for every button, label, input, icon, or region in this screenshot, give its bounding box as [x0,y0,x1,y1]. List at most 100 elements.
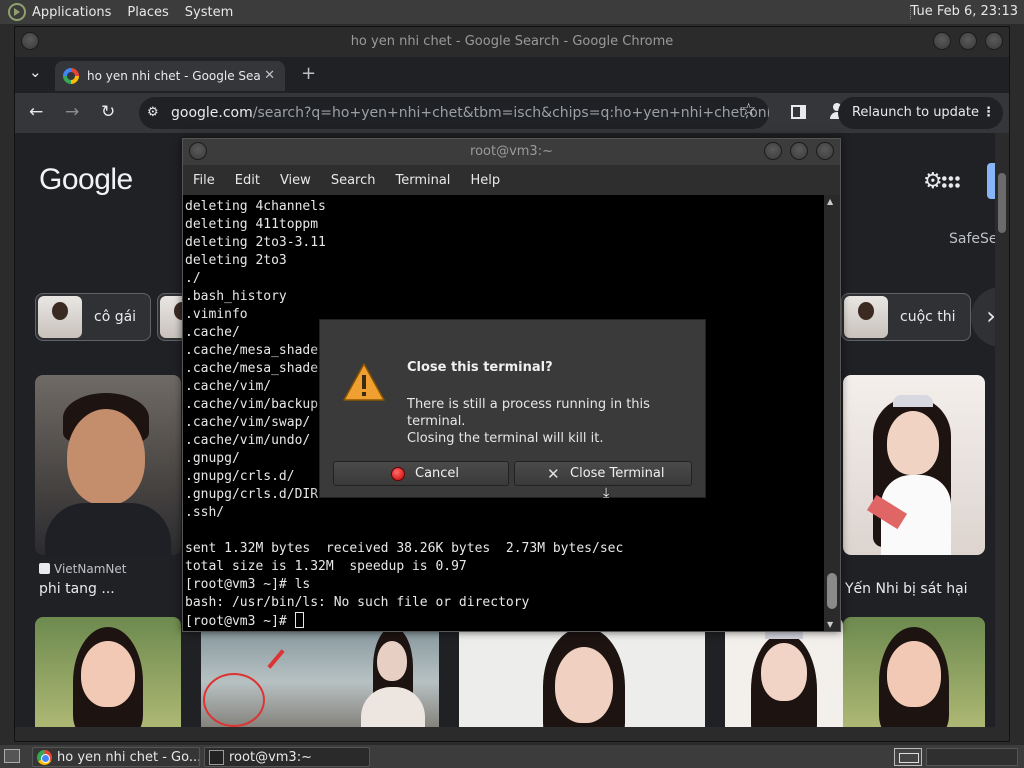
google-favicon-icon [63,68,79,84]
address-bar[interactable]: ⚙ google.com/search?q=ho+yen+nhi+chet&tb… [139,97,769,129]
terminal-line: [root@vm3 ~]# ls [185,577,311,592]
mouse-cursor-icon: ⤓ [603,485,610,501]
terminal-titlebar[interactable]: root@vm3:~ [183,139,840,165]
chrome-window-title: ho yen nhi chet - Google Search - Google… [350,34,674,49]
chip-cuoc-thi[interactable]: cuộc thi [841,293,971,341]
tab-search-icon[interactable]: ⌄ [29,63,42,81]
bookmark-star-icon[interactable]: ☆ [741,100,756,120]
workspace-switcher-icon[interactable] [894,748,922,766]
new-tab-button[interactable]: + [301,63,316,84]
tab-google-search[interactable]: ho yen nhi chet - Google Sea ✕ [55,61,285,91]
top-panel: Applications Places System Tue Feb 6, 23… [0,0,1024,25]
image-result-river[interactable] [201,617,439,741]
settings-gear-icon[interactable]: ⚙ [923,169,943,194]
cancel-button[interactable]: Cancel [333,461,509,486]
terminal-line: deleting 411toppm [185,217,319,232]
terminal-close-button[interactable] [816,142,834,160]
menu-help[interactable]: Help [470,173,500,188]
dialog-heading: Close this terminal? [407,360,553,375]
image-result-girl-1[interactable] [35,617,181,741]
workspace-area[interactable] [926,748,1018,766]
tab-strip: ⌄ ho yen nhi chet - Google Sea ✕ + [15,57,1009,93]
show-desktop-icon[interactable] [4,749,20,763]
site-info-icon[interactable]: ⚙ [147,97,159,129]
relaunch-to-update-button[interactable]: Relaunch to update ⋮ [837,97,1003,129]
image-caption[interactable]: Yến Nhi bị sát hại [845,581,968,597]
terminal-line: .ssh/ [185,505,225,520]
chip-label: cô gái [94,309,137,325]
chip-co-gai[interactable]: cô gái [35,293,151,341]
tab-close-icon[interactable]: ✕ [264,61,275,91]
relaunch-label: Relaunch to update [851,105,979,120]
page-scrollbar[interactable] [995,133,1009,741]
terminal-scrollbar[interactable]: ▲ ▼ [824,195,840,631]
chip-label: cuộc thi [900,309,956,325]
close-terminal-button[interactable]: ✕ Close Terminal [514,461,692,486]
terminal-menubar: File Edit View Search Terminal Help [183,165,840,195]
terminal-line: deleting 2to3 [185,253,287,268]
terminal-maximize-button[interactable] [790,142,808,160]
horizontal-scrollbar[interactable] [15,727,1009,741]
scroll-down-icon[interactable]: ▼ [827,620,833,629]
minimize-button[interactable] [933,32,951,50]
forward-icon[interactable]: → [65,102,79,122]
image-result-woman-crown-2[interactable] [725,617,843,741]
more-menu-icon[interactable]: ⋮ [982,97,995,129]
side-panel-icon[interactable] [791,105,806,119]
chrome-icon [37,750,52,765]
google-logo[interactable]: Google [39,163,133,197]
terminal-scrollbar-thumb[interactable] [827,573,837,609]
menu-terminal[interactable]: Terminal [395,173,450,188]
chrome-toolbar: ← → ↻ ⚙ google.com/search?q=ho+yen+nhi+c… [15,93,1009,133]
scrollbar-thumb[interactable] [998,173,1006,233]
applications-menu[interactable]: Applications [32,5,111,20]
image-result-man[interactable] [35,375,181,555]
menu-search[interactable]: Search [331,173,376,188]
scroll-up-icon[interactable]: ▲ [827,197,833,206]
chrome-titlebar[interactable]: ho yen nhi chet - Google Search - Google… [15,27,1009,57]
places-menu[interactable]: Places [127,5,168,20]
menu-file[interactable]: File [193,173,215,188]
terminal-line: bash: /usr/bin/ls: No such file or direc… [185,595,530,610]
taskbar-terminal[interactable]: root@vm3:~ [204,747,370,767]
terminal-line: deleting 4channels [185,199,326,214]
system-menu[interactable]: System [185,5,233,20]
image-caption[interactable]: phi tang ... [39,581,115,597]
chip-thumbnail [844,296,888,338]
maximize-button[interactable] [959,32,977,50]
terminal-prompt: [root@vm3 ~]# [185,614,295,629]
cancel-label: Cancel [415,466,460,481]
taskbar-chrome[interactable]: ho yen nhi chet - Go... [32,747,200,767]
terminal-line: .bash_history [185,289,287,304]
terminal-window-menu-icon[interactable] [189,142,207,160]
clock[interactable]: Tue Feb 6, 23:13 [911,4,1019,19]
terminal-icon [209,750,224,765]
menu-view[interactable]: View [280,173,311,188]
warning-icon [343,363,385,401]
image-source[interactable]: VietNamNet [39,562,126,576]
terminal-cursor [294,612,304,628]
terminal-minimize-button[interactable] [764,142,782,160]
terminal-line: ./ [185,271,201,286]
back-icon[interactable]: ← [29,102,43,122]
close-terminal-label: Close Terminal [570,466,665,481]
terminal-title: root@vm3:~ [470,144,553,159]
menu-edit[interactable]: Edit [235,173,260,188]
window-menu-icon[interactable] [21,32,39,50]
terminal-line: deleting 2to3-3.11 [185,235,326,250]
terminal-line: sent 1.32M bytes received 38.26K bytes 2… [185,541,624,556]
distro-logo-icon[interactable] [8,3,26,21]
url-path: /search?q=ho+yen+nhi+chet&tbm=isch&chips… [252,105,769,121]
image-result-crowned-woman[interactable] [843,375,985,555]
image-result-woman-portrait[interactable] [459,617,705,741]
site-favicon-icon [39,563,50,574]
terminal-prompt-line[interactable]: [root@vm3 ~]# [185,612,825,630]
image-result-girl-2[interactable] [843,617,985,741]
google-apps-icon[interactable] [941,175,961,189]
close-x-icon: ✕ [547,465,560,483]
close-window-button[interactable] [985,32,1003,50]
url-host: google.com [171,105,253,121]
reload-icon[interactable]: ↻ [101,102,115,122]
bottom-taskbar: ho yen nhi chet - Go... root@vm3:~ [0,744,1024,768]
